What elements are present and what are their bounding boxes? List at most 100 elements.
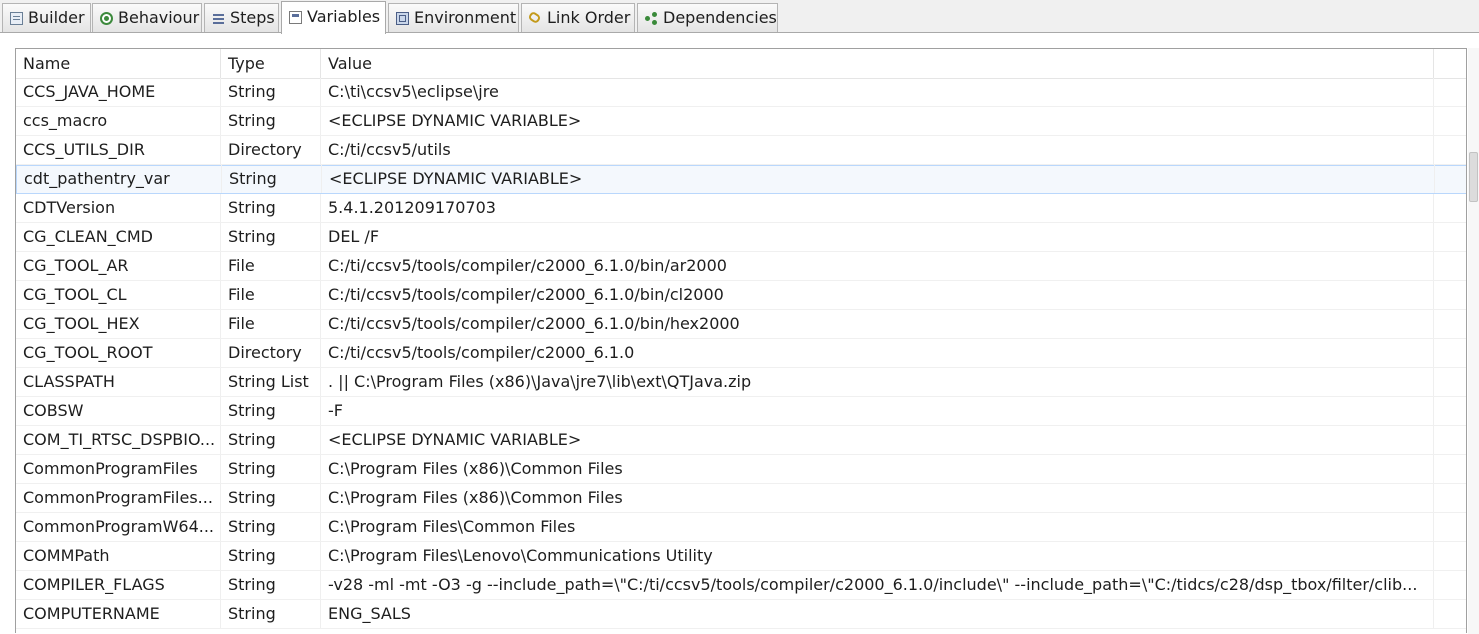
tab-steps[interactable]: Steps — [204, 3, 279, 32]
tab-label: Dependencies — [663, 8, 777, 27]
cell-type: File — [221, 310, 321, 338]
cell-name: CG_TOOL_CL — [16, 281, 221, 309]
table-row[interactable]: cdt_pathentry_var String <ECLIPSE DYNAMIC … — [16, 165, 1466, 194]
behaviour-icon — [100, 12, 113, 25]
cell-name: CommonProgramFiles... — [16, 484, 221, 512]
table-row[interactable]: CCS_JAVA_HOME String C:\ti\ccsv5\eclipse\j… — [16, 78, 1466, 107]
cell-filler — [1434, 397, 1466, 425]
cell-value: DEL /F — [321, 223, 1434, 251]
tab-variables[interactable]: Variables — [281, 1, 386, 34]
cell-filler — [1434, 281, 1466, 309]
cell-type: String — [221, 600, 321, 628]
table-row[interactable]: CDTVersion String 5.4.1.201209170703 — [16, 194, 1466, 223]
cell-type: String — [221, 397, 321, 425]
tab-environment[interactable]: Environment — [388, 3, 519, 32]
variables-table: Name Type Value CCS_JAVA_HOME String C:\ti… — [15, 48, 1467, 633]
cell-name: CommonProgramFiles — [16, 455, 221, 483]
tab-bar: Builder Behaviour Steps Variables Enviro… — [0, 0, 1479, 34]
link-order-icon — [529, 12, 542, 25]
cell-filler — [1434, 513, 1466, 541]
tab-label: Environment — [414, 8, 517, 27]
cell-type: File — [221, 252, 321, 280]
cell-filler — [1434, 455, 1466, 483]
dependencies-icon — [645, 12, 658, 25]
cell-type: String — [221, 542, 321, 570]
table-body: CCS_JAVA_HOME String C:\ti\ccsv5\eclipse\j… — [16, 78, 1466, 629]
cell-filler — [1435, 165, 1466, 193]
table-row[interactable]: ccs_macro String <ECLIPSE DYNAMIC VARIABLE… — [16, 107, 1466, 136]
table-row[interactable]: CG_TOOL_HEX File C:/ti/ccsv5/tools/compile… — [16, 310, 1466, 339]
cell-type: String — [221, 513, 321, 541]
table-row[interactable]: CG_CLEAN_CMD String DEL /F — [16, 223, 1466, 252]
tab-label: Behaviour — [118, 8, 200, 27]
cell-name: CG_CLEAN_CMD — [16, 223, 221, 251]
column-header-type[interactable]: Type — [221, 49, 321, 78]
cell-filler — [1434, 78, 1466, 106]
table-row[interactable]: CLASSPATH String List. || C:\Program File… — [16, 368, 1466, 397]
cell-name: COMPUTERNAME — [16, 600, 221, 628]
cell-name: COBSW — [16, 397, 221, 425]
cell-filler — [1434, 194, 1466, 222]
cell-type: File — [221, 281, 321, 309]
cell-type: String — [222, 165, 322, 193]
tab-builder[interactable]: Builder — [2, 3, 91, 32]
cell-name: CommonProgramW64... — [16, 513, 221, 541]
cell-value: <ECLIPSE DYNAMIC VARIABLE> — [321, 426, 1434, 454]
cell-name: CCS_JAVA_HOME — [16, 78, 221, 106]
cell-filler — [1434, 310, 1466, 338]
cell-name: COMMPath — [16, 542, 221, 570]
cell-name: COM_TI_RTSC_DSPBIO... — [16, 426, 221, 454]
table-row[interactable]: CommonProgramW64... String C:\Program File… — [16, 513, 1466, 542]
cell-value: C:\Program Files\Lenovo\Communications U… — [321, 542, 1434, 570]
cell-filler — [1434, 136, 1466, 164]
cell-type: String — [221, 78, 321, 106]
scrollbar-thumb[interactable] — [1469, 152, 1478, 202]
cell-filler — [1434, 484, 1466, 512]
cell-name: CLASSPATH — [16, 368, 221, 396]
cell-value: <ECLIPSE DYNAMIC VARIABLE> — [322, 165, 1435, 193]
cell-value: C:\Program Files\Common Files — [321, 513, 1434, 541]
cell-value: C:/ti/ccsv5/tools/compiler/c2000_6.1.0 — [321, 339, 1434, 367]
tab-dependencies[interactable]: Dependencies — [637, 3, 778, 32]
cell-value: . || C:\Program Files (x86)\Java\jre7\li… — [321, 368, 1434, 396]
table-row[interactable]: CCS_UTILS_DIR Directory C:/ti/ccsv5/utils — [16, 136, 1466, 165]
cell-name: COMPILER_FLAGS — [16, 571, 221, 599]
cell-value: 5.4.1.201209170703 — [321, 194, 1434, 222]
cell-value: -F — [321, 397, 1434, 425]
cell-type: String List — [221, 368, 321, 396]
table-row[interactable]: COBSW String -F — [16, 397, 1466, 426]
variables-panel: Name Type Value CCS_JAVA_HOME String C:\ti… — [0, 33, 1479, 634]
cell-value: C:/ti/ccsv5/tools/compiler/c2000_6.1.0/b… — [321, 281, 1434, 309]
tab-label: Steps — [230, 8, 275, 27]
table-row[interactable]: CommonProgramFiles String C:\Program Files… — [16, 455, 1466, 484]
vertical-scrollbar[interactable] — [1468, 48, 1479, 634]
cell-filler — [1434, 223, 1466, 251]
table-row[interactable]: COMMPath String C:\Program Files\Lenovo\Co… — [16, 542, 1466, 571]
cell-type: String — [221, 194, 321, 222]
environment-icon — [396, 12, 409, 25]
column-header-filler — [1434, 49, 1466, 78]
cell-name: CG_TOOL_AR — [16, 252, 221, 280]
cell-filler — [1434, 252, 1466, 280]
cell-name: CCS_UTILS_DIR — [16, 136, 221, 164]
cell-type: Directory — [221, 136, 321, 164]
table-row[interactable]: COM_TI_RTSC_DSPBIO... String <ECLIPSE DYNA… — [16, 426, 1466, 455]
column-header-value[interactable]: Value — [321, 49, 1434, 78]
cell-filler — [1434, 426, 1466, 454]
cell-type: String — [221, 571, 321, 599]
tab-behaviour[interactable]: Behaviour — [92, 3, 202, 32]
steps-icon — [212, 12, 225, 25]
table-row[interactable]: CG_TOOL_ROOT Directory C:/ti/ccsv5/tools/c… — [16, 339, 1466, 368]
cell-filler — [1434, 600, 1466, 628]
tab-link-order[interactable]: Link Order — [521, 3, 635, 32]
variables-icon — [289, 11, 302, 24]
table-row[interactable]: CG_TOOL_CL File C:/ti/ccsv5/tools/compiler… — [16, 281, 1466, 310]
table-row[interactable]: CommonProgramFiles... String C:\Program Fi… — [16, 484, 1466, 513]
table-row[interactable]: COMPILER_FLAGS String -v28 -ml -mt -O3 -g … — [16, 571, 1466, 600]
cell-value: C:\Program Files (x86)\Common Files — [321, 455, 1434, 483]
column-header-name[interactable]: Name — [16, 49, 221, 78]
table-row[interactable]: CG_TOOL_AR File C:/ti/ccsv5/tools/compiler… — [16, 252, 1466, 281]
cell-filler — [1434, 368, 1466, 396]
cell-filler — [1434, 571, 1466, 599]
table-row[interactable]: COMPUTERNAME String ENG_SALS — [16, 600, 1466, 629]
